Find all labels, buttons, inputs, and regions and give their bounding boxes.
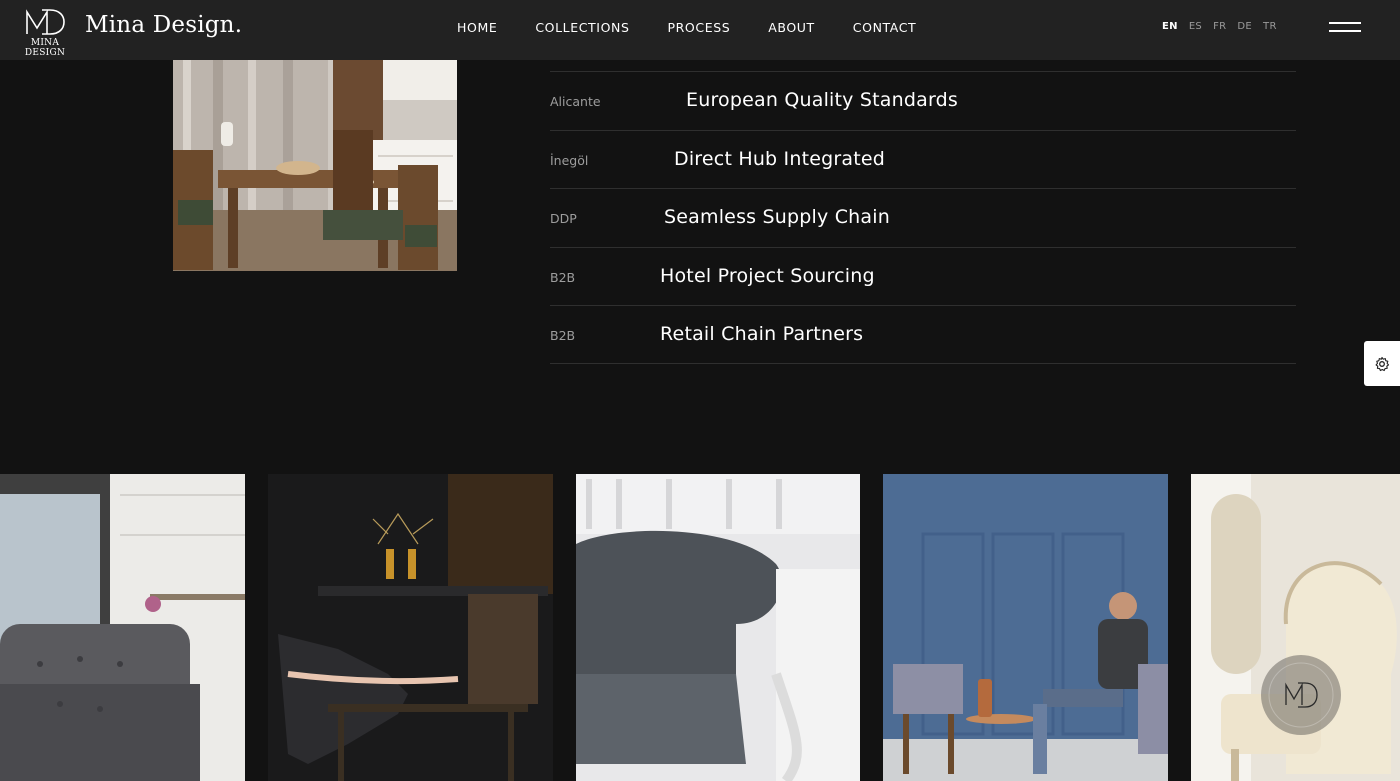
hamburger-menu-icon[interactable]: [1329, 22, 1361, 34]
partner-list: Alicante European Quality Standards İneg…: [550, 71, 1296, 364]
gallery-image-lounge[interactable]: [883, 474, 1168, 781]
contact-badge-button[interactable]: [1261, 655, 1341, 735]
lang-de[interactable]: DE: [1237, 21, 1252, 32]
main-nav: HOME COLLECTIONS PROCESS ABOUT CONTACT: [457, 20, 954, 35]
gear-icon: [1375, 356, 1390, 371]
nav-contact[interactable]: CONTACT: [853, 20, 916, 35]
lang-tr[interactable]: TR: [1263, 21, 1277, 32]
partner-tag: İnegöl: [550, 152, 589, 168]
nav-process[interactable]: PROCESS: [668, 20, 731, 35]
settings-button[interactable]: [1364, 341, 1400, 386]
brand-name[interactable]: Mina Design.: [85, 12, 242, 38]
nav-home[interactable]: HOME: [457, 20, 497, 35]
logo[interactable]: MINA DESIGN: [12, 6, 78, 58]
nav-collections[interactable]: COLLECTIONS: [535, 20, 629, 35]
partner-title: Hotel Project Sourcing: [660, 264, 875, 287]
lang-fr[interactable]: FR: [1213, 21, 1226, 32]
partner-title: Seamless Supply Chain: [664, 206, 890, 228]
partner-tag: B2B: [550, 328, 576, 343]
list-item[interactable]: B2B Retail Chain Partners: [550, 305, 1296, 364]
partner-title: European Quality Standards: [686, 89, 959, 111]
lang-en[interactable]: EN: [1162, 21, 1178, 32]
contact-logo-icon: [1268, 662, 1334, 728]
lang-es[interactable]: ES: [1189, 21, 1202, 32]
dining-room-image: [173, 60, 457, 271]
logo-subtitle: MINA DESIGN: [24, 38, 66, 58]
gallery-image-dining[interactable]: [268, 474, 553, 781]
partner-tag: DDP: [550, 211, 577, 226]
list-item[interactable]: Alicante European Quality Standards: [550, 71, 1296, 130]
gallery-image-armchair[interactable]: [576, 474, 860, 781]
site-header: MINA DESIGN Mina Design. HOME COLLECTION…: [0, 0, 1400, 60]
partner-title: Retail Chain Partners: [660, 323, 864, 345]
list-item[interactable]: İnegöl Direct Hub Integrated: [550, 129, 1296, 189]
partner-tag: Alicante: [550, 94, 601, 109]
collection-gallery: [0, 474, 1400, 781]
list-item[interactable]: B2B Hotel Project Sourcing: [550, 246, 1296, 306]
gallery-image-sofa[interactable]: [0, 474, 245, 781]
partner-tag: B2B: [550, 269, 576, 285]
partner-title: Direct Hub Integrated: [674, 147, 886, 170]
logo-monogram-icon: [26, 9, 65, 35]
language-switcher: EN ES FR DE TR: [1162, 21, 1288, 32]
nav-about[interactable]: ABOUT: [768, 20, 815, 35]
list-item[interactable]: DDP Seamless Supply Chain: [550, 188, 1296, 247]
